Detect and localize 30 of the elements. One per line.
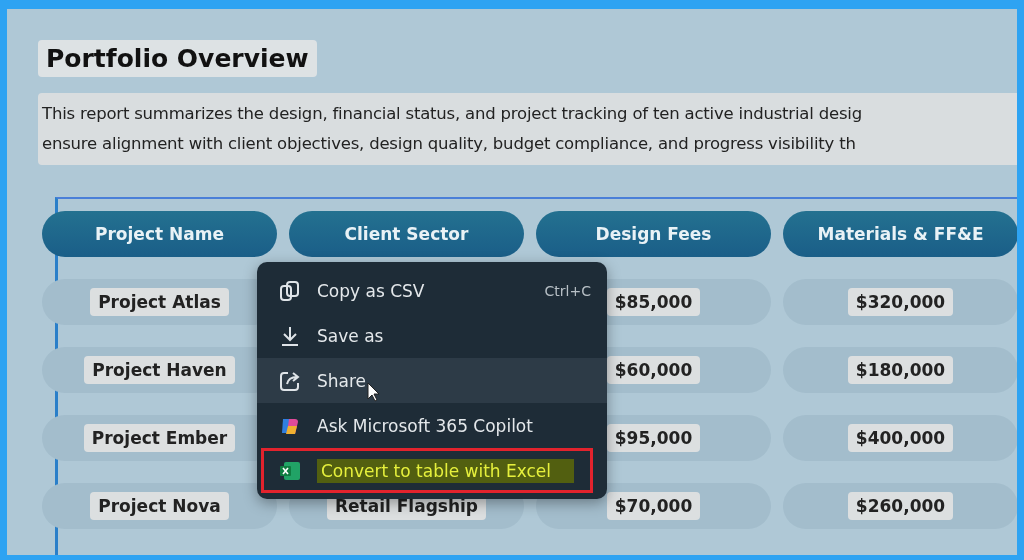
cell-text: $95,000 [606,424,701,452]
download-icon [279,324,301,347]
cell-text: $260,000 [847,492,954,520]
cell-text: $180,000 [847,356,954,384]
column-header[interactable]: Project Name [42,211,277,257]
menu-item[interactable]: Copy as CSV Ctrl+C [257,268,607,313]
page-title: Portfolio Overview [38,40,317,77]
column-header[interactable]: Design Fees [536,211,771,257]
description-text: ensure alignment with client objectives, design quality, budget compliance, and progress visibility th [42,133,857,155]
column-header[interactable]: Client Sector [289,211,524,257]
share-icon [279,369,301,392]
cell-text: $60,000 [606,356,701,384]
menu-item[interactable]: Save as [257,313,607,358]
cell-text: $400,000 [847,424,954,452]
cell-text: Project Atlas [90,288,229,316]
cell-text: Project Ember [83,424,236,452]
mouse-pointer-icon [367,382,381,402]
copy-icon [279,279,301,302]
cell-text: $70,000 [606,492,701,520]
menu-item[interactable]: Convert to table with Excel [261,448,593,493]
cell-text: $320,000 [847,288,954,316]
column-header[interactable]: Materials & FF&E [783,211,1017,257]
description-text: This report summarizes the design, financial status, and project tracking of ten active industrial desig [42,103,863,125]
shortcut-text: Ctrl+C [544,282,591,299]
cell-text: $85,000 [606,288,701,316]
cell-text: Project Haven [84,356,235,384]
menu-item[interactable]: Ask Microsoft 365 Copilot [257,403,607,448]
spreadsheet-icon [279,460,301,481]
menu-item[interactable]: Share [257,358,607,403]
cell-text: Project Nova [90,492,229,520]
